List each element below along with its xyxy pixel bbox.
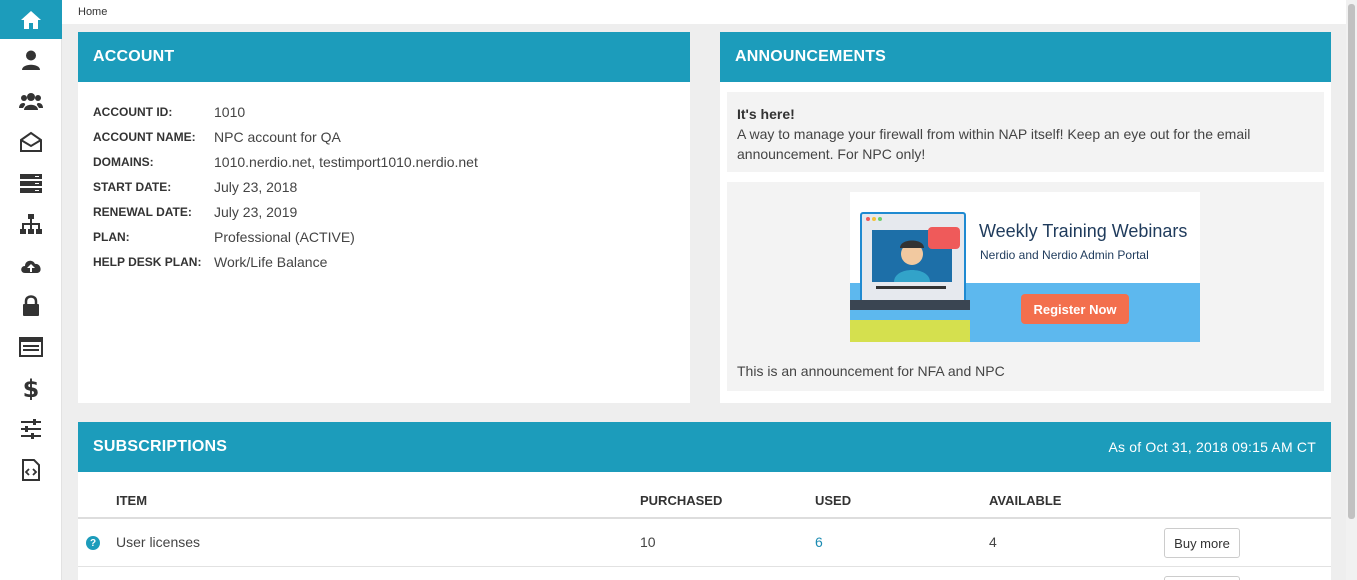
table-row: ? User licenses 10 6 4 Buy more <box>78 519 1331 567</box>
field-label: ACCOUNT ID: <box>93 104 173 119</box>
account-field: RENEWAL DATE: July 23, 2019 <box>93 199 675 224</box>
column-header-purchased: PURCHASED <box>640 493 723 508</box>
item-name: User licenses <box>116 534 201 550</box>
account-panel: ACCOUNT ACCOUNT ID: 1010 ACCOUNT NAME: NPC… <box>78 32 690 403</box>
account-field: PLAN: Professional (ACTIVE) <box>93 224 675 249</box>
sidebar-item-security[interactable] <box>0 285 62 326</box>
sliders-icon <box>21 418 41 439</box>
column-header-available: AVAILABLE <box>989 493 1062 508</box>
account-field: DOMAINS: 1010.nerdio.net, testimport1010.… <box>93 149 675 174</box>
column-header-item: ITEM <box>116 493 148 508</box>
announcement-caption: This is an announcement for NFA and NPC <box>737 363 1005 379</box>
scrollbar-thumb[interactable] <box>1348 4 1355 519</box>
server-icon <box>20 173 42 193</box>
banner-subtitle: Nerdio and Nerdio Admin Portal <box>980 248 1149 262</box>
account-field: ACCOUNT NAME: NPC account for QA <box>93 124 675 149</box>
sidebar-item-mail[interactable] <box>0 121 62 162</box>
announcements-panel-header: ANNOUNCEMENTS <box>720 32 1331 82</box>
next-row-button-partial[interactable] <box>1164 576 1240 580</box>
envelope-open-icon <box>20 131 42 152</box>
banner-accent <box>850 320 970 342</box>
account-field: HELP DESK PLAN: Work/Life Balance <box>93 249 675 274</box>
field-label: RENEWAL DATE: <box>93 204 192 219</box>
breadcrumb-home[interactable]: Home <box>78 6 107 18</box>
account-field: ACCOUNT ID: 1010 <box>93 99 675 124</box>
used-count-link[interactable]: 6 <box>815 534 823 550</box>
register-now-button[interactable]: Register Now <box>1021 294 1129 324</box>
field-value: July 23, 2018 <box>214 178 298 195</box>
announcement-item: Weekly Training Webinars Nerdio and Nerd… <box>727 182 1324 391</box>
subscriptions-panel-title: SUBSCRIPTIONS <box>93 438 228 455</box>
field-label: PLAN: <box>93 229 130 244</box>
svg-text:$: $ <box>23 376 40 400</box>
sidebar-item-home[interactable] <box>0 0 62 39</box>
code-file-icon <box>22 458 40 481</box>
column-header-used: USED <box>815 493 852 508</box>
laptop-screen <box>860 212 966 304</box>
breadcrumb: Home <box>62 0 1346 24</box>
announcement-title: It's here! <box>737 106 795 122</box>
sidebar-item-scripts[interactable] <box>0 449 62 490</box>
subscriptions-table-header: ITEM PURCHASED USED AVAILABLE <box>78 472 1331 519</box>
field-value: Professional (ACTIVE) <box>214 228 355 245</box>
page-scrollbar[interactable] <box>1346 0 1357 580</box>
field-value: July 23, 2019 <box>214 203 298 220</box>
buy-more-button[interactable]: Buy more <box>1164 528 1240 558</box>
account-details: ACCOUNT ID: 1010 ACCOUNT NAME: NPC account… <box>78 82 690 291</box>
sidebar-item-servers[interactable] <box>0 162 62 203</box>
announcements-panel-title: ANNOUNCEMENTS <box>735 48 887 65</box>
webinar-banner-image[interactable]: Weekly Training Webinars Nerdio and Nerd… <box>850 192 1200 342</box>
sidebar-item-billing[interactable]: $ <box>0 367 62 408</box>
sidebar-item-settings[interactable] <box>0 408 62 449</box>
announcement-item: It's here! A way to manage your firewall… <box>727 92 1324 172</box>
field-label: ACCOUNT NAME: <box>93 129 196 144</box>
available-count: 4 <box>989 534 997 550</box>
sidebar-item-user[interactable] <box>0 39 62 80</box>
field-label: START DATE: <box>93 179 172 194</box>
subscriptions-timestamp: As of Oct 31, 2018 09:15 AM CT <box>1108 439 1316 455</box>
lock-icon <box>23 294 39 316</box>
sidebar-item-users[interactable] <box>0 80 62 121</box>
field-value: NPC account for QA <box>214 128 341 145</box>
field-label: HELP DESK PLAN: <box>93 254 202 269</box>
users-icon <box>19 92 43 110</box>
announcement-body: A way to manage your firewall from withi… <box>737 126 1251 162</box>
purchased-count: 10 <box>640 534 656 550</box>
home-icon <box>21 10 41 29</box>
sidebar: $ <box>0 0 62 580</box>
field-value: 1010.nerdio.net, testimport1010.nerdio.n… <box>214 153 478 170</box>
account-panel-header: ACCOUNT <box>78 32 690 82</box>
laptop-base <box>850 300 970 310</box>
dollar-icon: $ <box>23 376 40 400</box>
sidebar-item-reports[interactable] <box>0 326 62 367</box>
field-label: DOMAINS: <box>93 154 154 169</box>
field-value: Work/Life Balance <box>214 253 328 270</box>
account-field: START DATE: July 23, 2018 <box>93 174 675 199</box>
banner-title: Weekly Training Webinars <box>979 221 1188 241</box>
video-camera-icon <box>928 227 960 249</box>
subscriptions-panel: SUBSCRIPTIONS As of Oct 31, 2018 09:15 A… <box>78 422 1331 580</box>
sidebar-item-cloud[interactable] <box>0 244 62 285</box>
sitemap-icon <box>20 213 42 234</box>
announcements-panel: ANNOUNCEMENTS It's here! A way to manage… <box>720 32 1331 403</box>
field-value: 1010 <box>214 103 246 120</box>
user-icon <box>22 50 40 70</box>
sidebar-item-network[interactable] <box>0 203 62 244</box>
help-icon[interactable]: ? <box>86 536 100 550</box>
list-alt-icon <box>19 336 43 357</box>
cloud-upload-icon <box>21 260 41 273</box>
account-panel-title: ACCOUNT <box>93 48 175 65</box>
subscriptions-panel-header: SUBSCRIPTIONS As of Oct 31, 2018 09:15 A… <box>78 422 1331 472</box>
